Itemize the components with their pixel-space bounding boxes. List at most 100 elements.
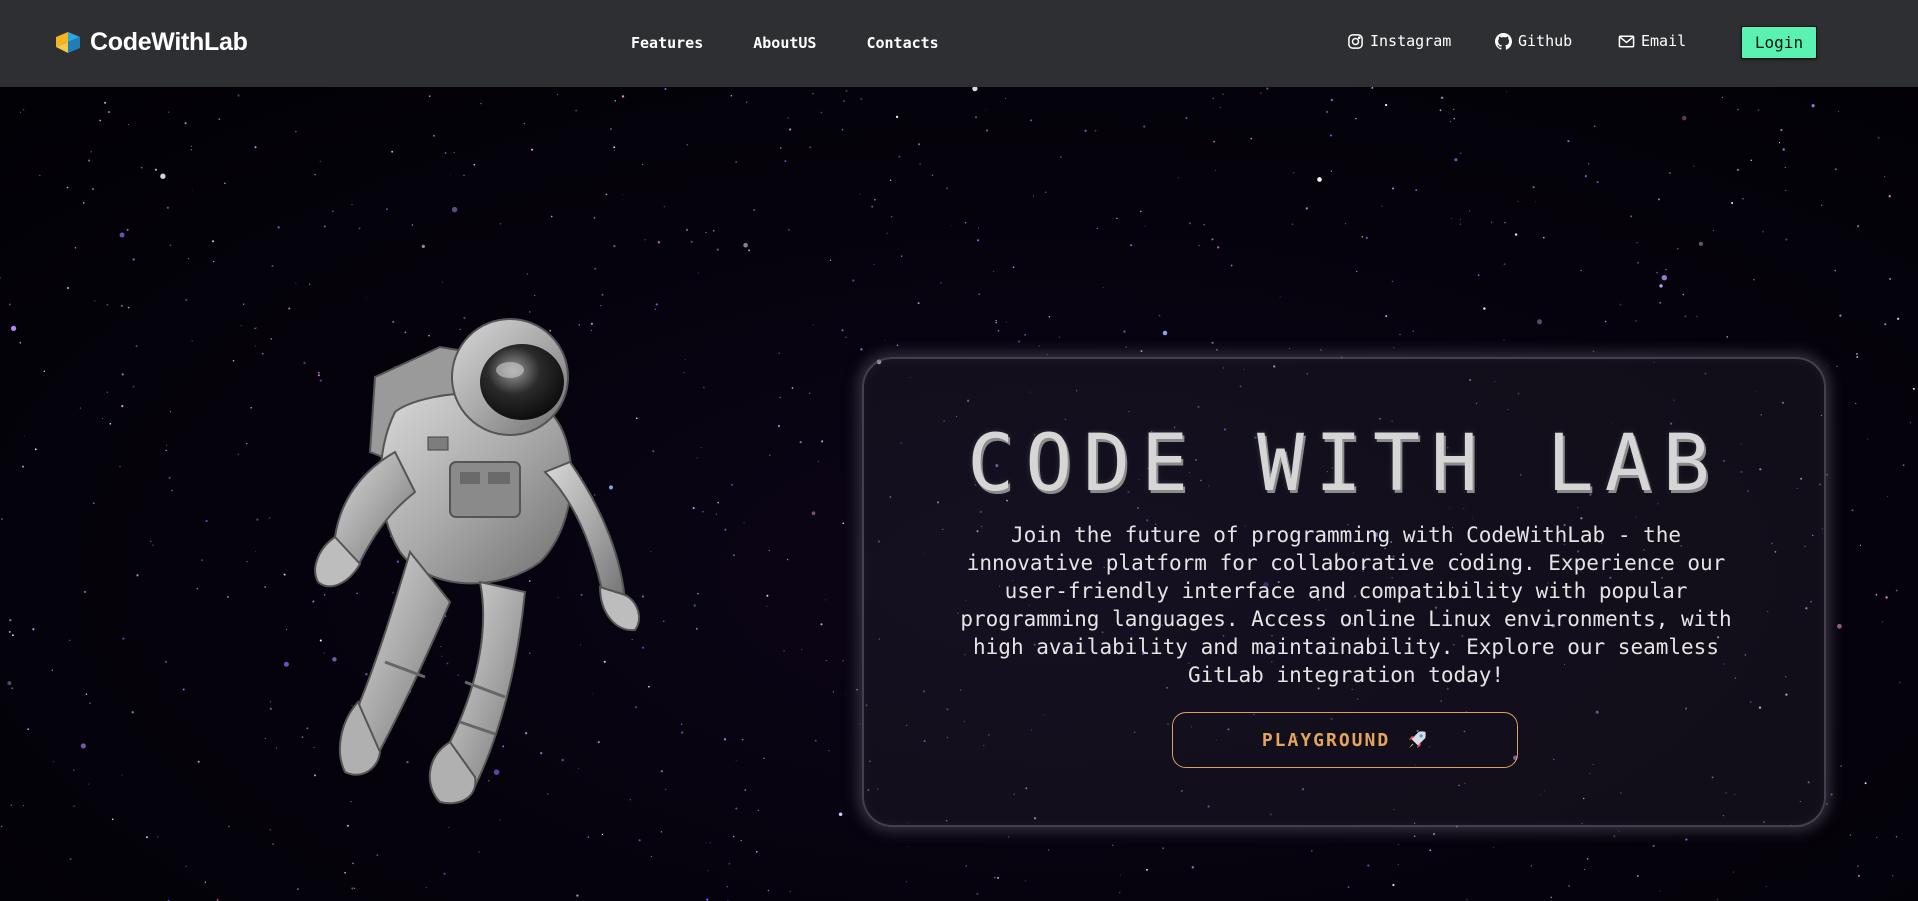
star xyxy=(1178,177,1180,179)
star xyxy=(1393,347,1395,349)
star xyxy=(1046,354,1048,356)
github-link[interactable]: Github xyxy=(1495,32,1572,50)
star xyxy=(743,522,745,524)
star xyxy=(593,217,596,219)
star xyxy=(136,574,139,577)
star xyxy=(1613,835,1616,838)
star xyxy=(351,887,354,890)
star xyxy=(690,240,693,243)
star xyxy=(1659,284,1663,288)
star xyxy=(140,166,143,169)
login-button[interactable]: Login xyxy=(1741,26,1817,59)
star xyxy=(9,619,12,622)
star xyxy=(264,737,266,740)
star xyxy=(1211,238,1214,241)
star xyxy=(1750,159,1753,162)
star xyxy=(121,373,124,376)
star xyxy=(205,519,208,523)
star xyxy=(319,160,321,162)
star xyxy=(1580,269,1582,272)
star xyxy=(185,298,188,302)
star xyxy=(978,293,980,295)
email-link[interactable]: Email xyxy=(1618,32,1686,50)
star xyxy=(1668,172,1671,174)
star xyxy=(285,629,288,631)
star xyxy=(841,329,844,332)
star xyxy=(732,835,735,838)
star xyxy=(92,502,95,505)
star xyxy=(1317,177,1322,182)
star xyxy=(693,604,696,607)
star xyxy=(1849,834,1852,836)
star xyxy=(871,205,874,208)
star xyxy=(743,242,748,248)
star xyxy=(873,264,875,266)
star xyxy=(131,711,134,714)
star xyxy=(757,809,759,811)
star xyxy=(1143,125,1146,128)
star xyxy=(201,559,203,561)
star xyxy=(1695,315,1698,318)
star xyxy=(478,851,480,853)
star xyxy=(1492,847,1495,849)
star xyxy=(706,898,709,901)
nav-link-aboutus[interactable]: AboutUS xyxy=(753,34,816,52)
star xyxy=(69,858,72,861)
star xyxy=(1785,189,1787,192)
star xyxy=(283,573,286,576)
nav-link-contacts[interactable]: Contacts xyxy=(866,34,938,52)
star xyxy=(556,93,559,96)
star xyxy=(1895,589,1898,592)
star xyxy=(1765,885,1767,887)
star xyxy=(1399,333,1401,335)
playground-button[interactable]: PLAYGROUND xyxy=(1172,712,1518,768)
star xyxy=(940,282,942,284)
star xyxy=(780,147,782,149)
star xyxy=(1453,117,1456,120)
star xyxy=(1864,782,1867,785)
star xyxy=(1637,875,1639,877)
star xyxy=(1827,364,1829,366)
star xyxy=(85,693,88,695)
star xyxy=(799,441,802,444)
star xyxy=(1676,247,1679,250)
star xyxy=(269,701,272,703)
star xyxy=(169,244,172,247)
star xyxy=(748,249,751,252)
star xyxy=(723,738,727,741)
star xyxy=(705,842,707,844)
star xyxy=(1392,883,1395,887)
star xyxy=(160,173,166,179)
star xyxy=(204,881,206,883)
star xyxy=(1636,261,1639,264)
star xyxy=(1867,438,1869,440)
star xyxy=(814,739,817,742)
star xyxy=(1682,115,1687,121)
star xyxy=(829,259,831,261)
star xyxy=(1185,116,1188,119)
star xyxy=(127,306,130,309)
star xyxy=(1619,303,1622,306)
star xyxy=(828,750,830,752)
star xyxy=(1656,271,1658,274)
star xyxy=(132,258,135,261)
star xyxy=(1213,140,1215,143)
star xyxy=(812,93,814,95)
star xyxy=(351,204,353,206)
star xyxy=(1514,233,1518,236)
star xyxy=(613,146,616,149)
star xyxy=(192,189,194,191)
star xyxy=(964,221,967,224)
star xyxy=(1330,170,1332,172)
star xyxy=(531,148,534,151)
star xyxy=(1736,168,1740,172)
nav-link-features[interactable]: Features xyxy=(631,34,703,52)
star xyxy=(735,807,738,810)
description-line: innovative platform for collaborative co… xyxy=(966,551,1726,575)
star xyxy=(801,648,803,650)
star xyxy=(778,352,781,355)
brand-logo-link[interactable]: CodeWithLab xyxy=(54,26,248,58)
instagram-link[interactable]: Instagram xyxy=(1347,32,1451,50)
star xyxy=(92,188,94,190)
star xyxy=(852,279,855,282)
